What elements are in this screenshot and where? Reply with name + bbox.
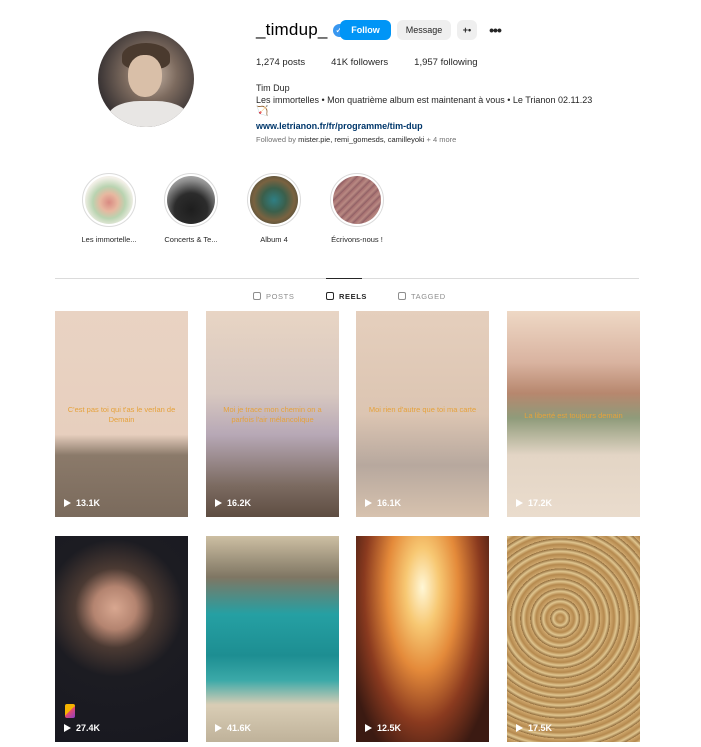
reel-caption: La liberté est toujours demain bbox=[524, 411, 623, 420]
tab-label: TAGGED bbox=[411, 291, 446, 301]
reel-view-count: 13.1K bbox=[76, 498, 101, 508]
play-icon bbox=[516, 499, 523, 507]
highlight-label: Les immortelle... bbox=[81, 235, 137, 244]
username: _timdup_ bbox=[256, 20, 328, 39]
avatar-image bbox=[98, 31, 194, 127]
followers-count[interactable]: 41K followers bbox=[331, 57, 388, 68]
username-row: _timdup_ ✓ bbox=[256, 20, 346, 40]
following-count[interactable]: 1,957 following bbox=[414, 57, 477, 68]
reel-views: 13.1K bbox=[64, 498, 100, 508]
highlight-cover bbox=[167, 176, 215, 224]
play-icon bbox=[215, 499, 222, 507]
highlight-ring bbox=[82, 173, 136, 227]
tagged-icon bbox=[398, 292, 406, 300]
highlight-item[interactable]: Les immortelle... bbox=[64, 173, 154, 244]
highlight-label: Écrivons-nous ! bbox=[331, 235, 383, 244]
highlight-cover bbox=[250, 176, 298, 224]
reel-views: 17.2K bbox=[516, 498, 552, 508]
reel-view-count: 17.2K bbox=[528, 498, 553, 508]
reel-views: 41.6K bbox=[215, 723, 251, 733]
followed-by-names: mister.pie, remi_gomesds, camilleyoki bbox=[298, 135, 425, 144]
reel-views: 16.2K bbox=[215, 498, 251, 508]
play-icon bbox=[516, 724, 523, 732]
app-logo-icon bbox=[65, 704, 75, 718]
active-tab-indicator bbox=[326, 278, 362, 279]
profile-bio: Tim Dup Les immortelles • Mon quatrième … bbox=[256, 82, 636, 132]
reel-tile[interactable]: 41.6K bbox=[206, 536, 339, 742]
highlight-item[interactable]: Album 4 bbox=[229, 173, 319, 244]
reel-views: 27.4K bbox=[64, 723, 100, 733]
play-icon bbox=[365, 724, 372, 732]
reel-views: 12.5K bbox=[365, 723, 401, 733]
reel-views: 16.1K bbox=[365, 498, 401, 508]
tab-tagged[interactable]: TAGGED bbox=[398, 290, 446, 302]
add-user-icon[interactable]: +• bbox=[457, 20, 477, 40]
tab-posts[interactable]: POSTS bbox=[253, 290, 294, 302]
reel-caption: C'est pas toi qui t'as le verlan de Dema… bbox=[67, 405, 176, 424]
reel-tile[interactable]: Moi je trace mon chemin on a parfois l'a… bbox=[206, 311, 339, 517]
reel-view-count: 12.5K bbox=[377, 723, 402, 733]
tab-label: REELS bbox=[339, 291, 368, 301]
bio-link[interactable]: www.letrianon.fr/fr/programme/tim-dup bbox=[256, 120, 636, 132]
highlight-ring bbox=[247, 173, 301, 227]
followed-by-more: + 4 more bbox=[426, 135, 457, 144]
play-icon bbox=[215, 724, 222, 732]
highlight-item[interactable]: Concerts & Te... bbox=[146, 173, 236, 244]
highlight-item[interactable]: Écrivons-nous ! bbox=[312, 173, 402, 244]
play-icon bbox=[365, 499, 372, 507]
reel-tile[interactable]: 27.4K bbox=[55, 536, 188, 742]
message-button[interactable]: Message bbox=[397, 20, 451, 40]
reel-view-count: 27.4K bbox=[76, 723, 101, 733]
profile-avatar[interactable] bbox=[98, 31, 194, 127]
reel-caption: Moi rien d'autre que toi ma carte bbox=[368, 405, 477, 414]
reel-tile[interactable]: 17.5K bbox=[507, 536, 640, 742]
highlight-cover bbox=[85, 176, 133, 224]
followed-by-prefix: Followed by bbox=[256, 135, 297, 144]
reel-view-count: 16.1K bbox=[377, 498, 402, 508]
reel-view-count: 16.2K bbox=[227, 498, 252, 508]
bio-description: Les immortelles • Mon quatrième album es… bbox=[256, 95, 593, 105]
profile-stats: 1,274 posts 41K followers 1,957 followin… bbox=[256, 57, 504, 68]
highlight-cover bbox=[333, 176, 381, 224]
highlight-ring bbox=[164, 173, 218, 227]
reel-caption: Moi je trace mon chemin on a parfois l'a… bbox=[223, 405, 322, 424]
reel-tile[interactable]: Moi rien d'autre que toi ma carte 16.1K bbox=[356, 311, 489, 517]
reel-tile[interactable]: La liberté est toujours demain 17.2K bbox=[507, 311, 640, 517]
avatar-shirt bbox=[108, 101, 188, 127]
reel-view-count: 41.6K bbox=[227, 723, 252, 733]
highlight-label: Album 4 bbox=[260, 235, 288, 244]
reel-tile[interactable]: 12.5K bbox=[356, 536, 489, 742]
posts-grid-icon bbox=[253, 292, 261, 300]
reel-views: 17.5K bbox=[516, 723, 552, 733]
play-icon bbox=[64, 499, 71, 507]
tab-label: POSTS bbox=[266, 291, 295, 301]
bio-emoji: 🏹 bbox=[256, 106, 269, 117]
display-name: Tim Dup bbox=[256, 83, 290, 93]
reels-icon bbox=[326, 292, 334, 300]
play-icon bbox=[64, 724, 71, 732]
more-icon[interactable]: ••• bbox=[485, 20, 505, 40]
avatar-face bbox=[128, 55, 162, 97]
tab-reels[interactable]: REELS bbox=[326, 290, 367, 302]
posts-count: 1,274 posts bbox=[256, 57, 306, 68]
followed-by[interactable]: Followed by mister.pie, remi_gomesds, ca… bbox=[256, 135, 456, 144]
reel-view-count: 17.5K bbox=[528, 723, 553, 733]
highlight-ring bbox=[330, 173, 384, 227]
follow-button[interactable]: Follow bbox=[340, 20, 391, 40]
reel-tile[interactable]: C'est pas toi qui t'as le verlan de Dema… bbox=[55, 311, 188, 517]
highlight-label: Concerts & Te... bbox=[164, 235, 218, 244]
